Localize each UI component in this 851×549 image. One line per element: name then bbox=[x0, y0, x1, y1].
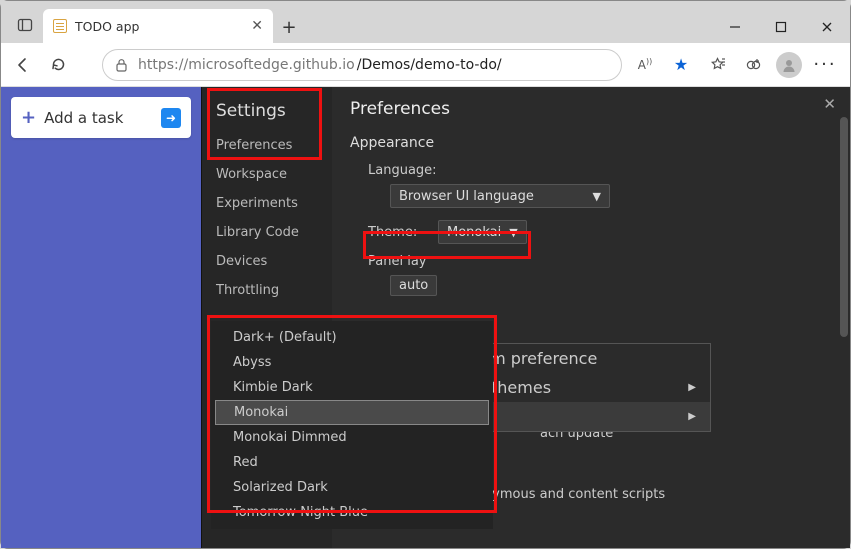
triangle-right-icon: ▶ bbox=[688, 411, 696, 422]
webpage: + Add a task ➜ bbox=[1, 87, 201, 548]
collections-button[interactable] bbox=[736, 48, 770, 82]
browser-titlebar: TODO app ✕ + bbox=[1, 1, 850, 43]
sidebar-item-throttling[interactable]: Throttling bbox=[202, 276, 332, 305]
settings-title: Settings bbox=[202, 97, 332, 131]
language-label: Language: bbox=[368, 163, 437, 178]
sidebar-item-experiments[interactable]: Experiments bbox=[202, 189, 332, 218]
panel-layout-label: Panel lay bbox=[368, 254, 428, 269]
chevron-down-icon: ▼ bbox=[509, 226, 517, 239]
theme-option-solarized-dark[interactable]: Solarized Dark bbox=[211, 475, 493, 500]
back-button[interactable] bbox=[9, 48, 38, 82]
theme-option-tomorrow-night-blue[interactable]: Tomorrow Night Blue bbox=[211, 500, 493, 525]
favorite-star-icon[interactable]: ★ bbox=[664, 48, 698, 82]
favorites-button[interactable] bbox=[700, 48, 734, 82]
favicon-icon bbox=[53, 19, 67, 33]
browser-tab[interactable]: TODO app ✕ bbox=[43, 9, 273, 43]
chevron-down-icon: ▼ bbox=[593, 190, 601, 203]
sidebar-item-workspace[interactable]: Workspace bbox=[202, 160, 332, 189]
theme-option-monokai-dimmed[interactable]: Monokai Dimmed bbox=[211, 425, 493, 450]
theme-option-monokai[interactable]: Monokai bbox=[215, 400, 489, 425]
sidebar-item-devices[interactable]: Devices bbox=[202, 247, 332, 276]
language-value: Browser UI language bbox=[399, 189, 534, 204]
content-area: + Add a task ➜ ✕ Settings Preferences Wo… bbox=[1, 87, 850, 548]
theme-select[interactable]: Monokai ▼ bbox=[438, 220, 527, 244]
theme-value: Monokai bbox=[447, 225, 501, 240]
theme-label: Theme: bbox=[368, 225, 428, 240]
tab-title: TODO app bbox=[75, 19, 139, 34]
preferences-heading: Preferences bbox=[350, 99, 830, 119]
add-task-label: Add a task bbox=[44, 109, 123, 127]
theme-option-red[interactable]: Red bbox=[211, 450, 493, 475]
sidebar-item-library-code[interactable]: Library Code bbox=[202, 218, 332, 247]
browser-toolbar: https://microsoftedge.github.io/Demos/de… bbox=[1, 43, 850, 87]
tab-close-button[interactable]: ✕ bbox=[251, 18, 263, 34]
tab-actions-button[interactable] bbox=[7, 7, 43, 43]
theme-dropdown-menu: Dark+ (Default) Abyss Kimbie Dark Monoka… bbox=[211, 321, 493, 529]
window-maximize-button[interactable] bbox=[758, 11, 804, 43]
window-close-button[interactable] bbox=[804, 11, 850, 43]
add-task-card[interactable]: + Add a task ➜ bbox=[11, 97, 191, 138]
triangle-right-icon: ▶ bbox=[688, 382, 696, 393]
appearance-heading: Appearance bbox=[350, 135, 830, 151]
submit-icon[interactable]: ➜ bbox=[161, 108, 181, 128]
theme-option-abyss[interactable]: Abyss bbox=[211, 350, 493, 375]
read-aloud-button[interactable]: A)) bbox=[628, 48, 662, 82]
sidebar-item-preferences[interactable]: Preferences bbox=[202, 131, 332, 160]
theme-option-dark-default[interactable]: Dark+ (Default) bbox=[211, 325, 493, 350]
lock-icon bbox=[115, 58, 128, 72]
refresh-button[interactable] bbox=[44, 48, 73, 82]
theme-option-kimbie-dark[interactable]: Kimbie Dark bbox=[211, 375, 493, 400]
language-select[interactable]: Browser UI language ▼ bbox=[390, 184, 610, 208]
more-menu-button[interactable]: ··· bbox=[808, 48, 842, 82]
panel-layout-value[interactable]: auto bbox=[390, 275, 437, 296]
plus-icon: + bbox=[21, 107, 36, 128]
new-tab-button[interactable]: + bbox=[273, 11, 305, 43]
window-minimize-button[interactable] bbox=[712, 11, 758, 43]
profile-avatar[interactable] bbox=[772, 48, 806, 82]
url-path: /Demos/demo-to-do/ bbox=[357, 57, 502, 73]
address-bar[interactable]: https://microsoftedge.github.io/Demos/de… bbox=[102, 49, 622, 81]
url-host: https://microsoftedge.github.io bbox=[138, 57, 355, 73]
